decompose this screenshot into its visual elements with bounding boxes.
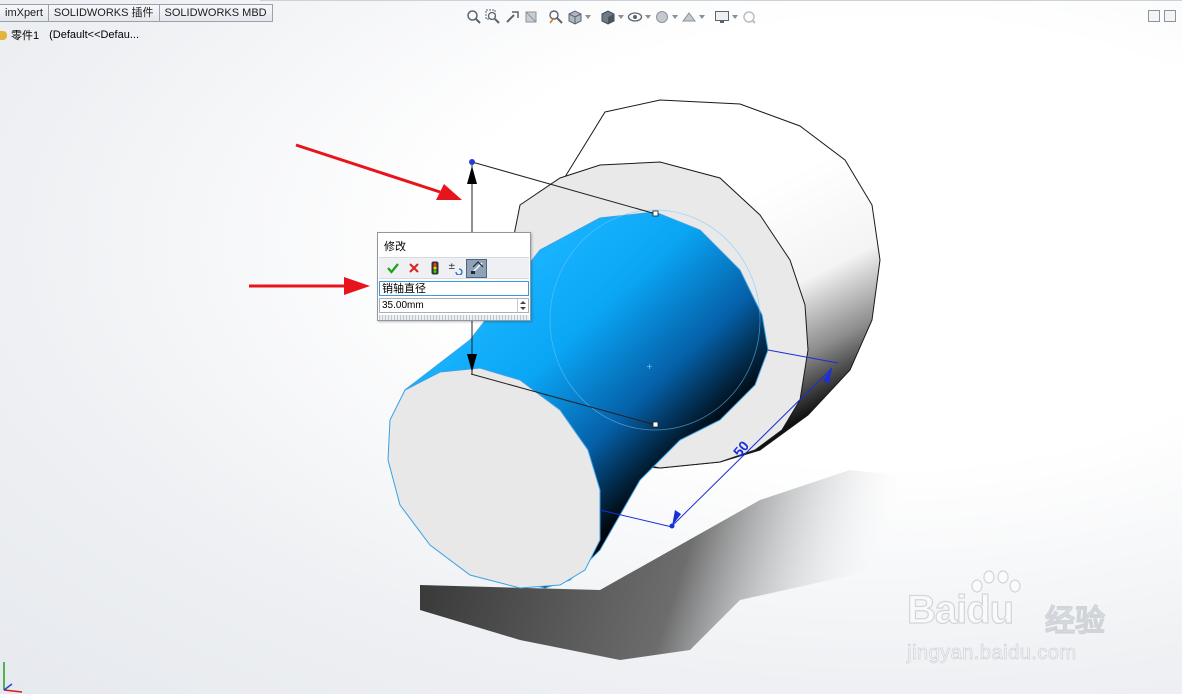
modify-toolbar: ± — [379, 257, 529, 279]
red-arrow-dimension — [295, 143, 462, 200]
modify-dimension-dialog[interactable]: 修改 ± 销轴直径 35.00mm — [377, 232, 531, 321]
display-style-icon[interactable] — [598, 8, 617, 26]
edit-appearance-icon[interactable] — [652, 8, 671, 26]
dynamic-annotation-icon[interactable] — [546, 8, 565, 26]
previous-view-icon[interactable] — [502, 8, 521, 26]
restore-viewport-button[interactable] — [1148, 10, 1160, 22]
mark-dimension-drawing-icon[interactable] — [466, 258, 487, 278]
section-view-icon[interactable] — [521, 8, 540, 26]
dimension-value-field[interactable]: 35.00mm — [379, 298, 529, 313]
maximize-viewport-button[interactable] — [1164, 10, 1176, 22]
cancel-x-icon[interactable] — [403, 259, 424, 278]
rotate-view-icon[interactable] — [739, 8, 758, 26]
view-settings-icon[interactable] — [712, 8, 731, 26]
zoom-to-area-icon[interactable] — [483, 8, 502, 26]
tab-mbd-dimxpert[interactable]: imXpert — [0, 4, 49, 22]
value-spinner — [517, 299, 528, 312]
apply-scene-menu[interactable] — [698, 8, 706, 26]
viewport-window-controls — [1148, 10, 1176, 22]
edit-appearance-menu[interactable] — [671, 8, 679, 26]
red-arrow-name-field — [249, 277, 370, 295]
watermark-jingyan: 经验 — [1045, 604, 1106, 640]
watermark-brand: Baidu — [906, 587, 1015, 633]
part-icon — [0, 30, 7, 40]
watermark-bai: Bai — [906, 587, 967, 632]
hide-show-items-menu[interactable] — [644, 8, 652, 26]
reverse-sense-icon[interactable]: ± — [445, 259, 466, 278]
dimension-name-field[interactable]: 销轴直径 — [379, 281, 529, 296]
watermark-url: jingyan.baidu.com — [907, 642, 1077, 665]
svg-text:+: + — [646, 362, 653, 371]
heads-up-view-toolbar — [464, 8, 758, 26]
ok-checkmark-icon[interactable] — [382, 259, 403, 278]
zoom-to-fit-icon[interactable] — [464, 8, 483, 26]
configuration-name[interactable]: (Default<<Defau... — [49, 29, 139, 41]
view-orientation-menu[interactable] — [584, 8, 592, 26]
apply-scene-icon[interactable] — [679, 8, 698, 26]
watermark-du: du — [966, 587, 1015, 632]
hide-show-items-icon[interactable] — [625, 8, 644, 26]
tab-solidworks-addins[interactable]: SOLIDWORKS 插件 — [48, 4, 160, 22]
tab-solidworks-mbd[interactable]: SOLIDWORKS MBD — [159, 4, 273, 22]
part-name[interactable]: 零件1 — [11, 27, 39, 43]
view-settings-menu[interactable] — [731, 8, 739, 26]
tab-divider — [260, 0, 1182, 3]
reference-triad — [3, 662, 23, 693]
value-thumbwheel[interactable] — [379, 315, 529, 320]
flyout-feature-tree[interactable]: 零件1 (Default<<Defau... — [0, 28, 139, 42]
dialog-title: 修改 — [384, 241, 406, 253]
rebuild-traffic-light-icon[interactable] — [424, 259, 445, 278]
baidu-jingyan-watermark: Baidu 经验 jingyan.baidu.com — [905, 568, 1125, 668]
dimension-value[interactable]: 35.00mm — [382, 299, 424, 313]
display-style-menu[interactable] — [617, 8, 625, 26]
spin-down-button[interactable] — [518, 305, 528, 311]
svg-text:±: ± — [448, 262, 456, 272]
view-orientation-icon[interactable] — [565, 8, 584, 26]
